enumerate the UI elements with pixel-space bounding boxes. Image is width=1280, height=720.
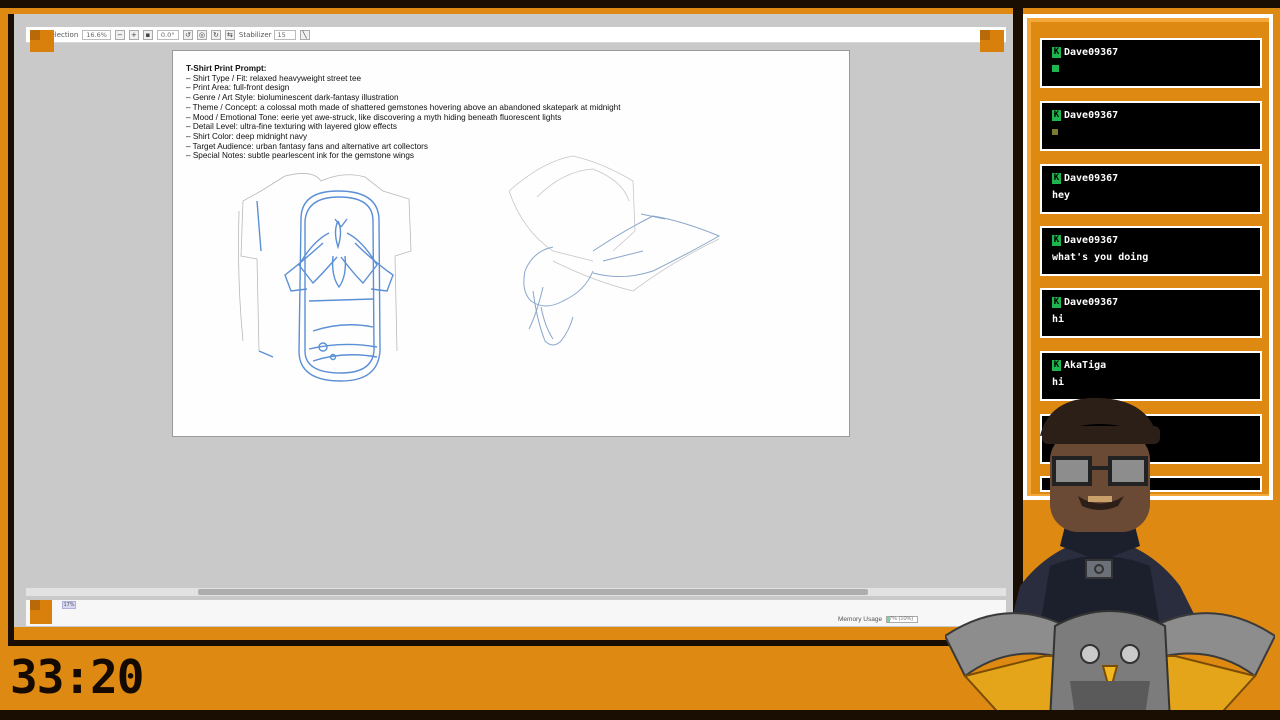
rotate-right-button[interactable]: ↻ (210, 29, 221, 40)
chat-user-icon: K (1052, 360, 1061, 371)
chat-message: K Dave09367 hey (1040, 164, 1262, 214)
chat-message: K AkaTiga hi (1040, 351, 1262, 401)
chat-text: what's you doing (1052, 252, 1149, 263)
horizontal-scrollbar-thumb[interactable] (198, 589, 868, 595)
chat-user-icon: K (1052, 297, 1061, 308)
memory-value: 7% (10%) (889, 616, 914, 622)
corner-handle-top-right (980, 30, 1004, 52)
layer-opacity-badge: 17% (62, 601, 76, 609)
chat-message: K Dave09367 what's you doing (1040, 226, 1262, 276)
corner-handle-bottom-left (30, 600, 52, 624)
paint-toolbar: Selection 16.6% − + ▪ 0.0° ↺ ◎ ↻ ⇆ Stabi… (26, 27, 1006, 43)
memory-bar: 7% (10%) (886, 616, 919, 623)
shirt-outline-sketch (238, 173, 412, 352)
zoom-in-button[interactable]: + (128, 29, 139, 40)
chat-username: Dave09367 (1064, 235, 1119, 246)
chat-username: AkaTiga (1064, 360, 1107, 371)
streamer-avatar (1010, 397, 1200, 626)
pen-pressure-icon[interactable]: ╲ (299, 29, 310, 40)
chat-user-icon: K (1052, 173, 1061, 184)
chat-emote (1052, 127, 1058, 138)
zoom-out-button[interactable]: − (114, 29, 125, 40)
chat-username: Dave09367 (1064, 110, 1119, 121)
chat-emote (1052, 64, 1059, 75)
chat-text: hi (1052, 314, 1065, 325)
memory-usage: Memory Usage 7% (10%) (838, 616, 919, 623)
gargoyle-mascot-icon (945, 610, 1275, 720)
drawing-canvas[interactable]: T-Shirt Print Prompt: – Shirt Type / Fit… (172, 50, 850, 437)
moth-wings-sketch (508, 155, 720, 292)
chat-text: hey (1052, 190, 1071, 201)
corner-handle-top-left (30, 30, 54, 52)
green-emote-icon (1052, 65, 1059, 72)
rotate-reset-button[interactable]: ◎ (196, 29, 207, 40)
flip-horizontal-icon[interactable]: ⇆ (224, 29, 235, 40)
memory-label: Memory Usage (838, 616, 883, 623)
stream-timer: 33:20 (10, 650, 144, 704)
frame-top-border (0, 0, 1280, 8)
frame-bottom-strip (0, 710, 1280, 720)
chat-text: hi (1052, 377, 1065, 388)
chat-user-icon: K (1052, 47, 1061, 58)
zoom-field[interactable]: 16.6% (82, 29, 111, 40)
rotate-left-button[interactable]: ↺ (182, 29, 193, 40)
zoom-fit-button[interactable]: ▪ (142, 29, 153, 40)
moth-body-sketch (523, 213, 721, 346)
chat-message: K Dave09367 (1040, 101, 1262, 151)
chat-username: Dave09367 (1064, 173, 1119, 184)
chat-username: Dave09367 (1064, 47, 1119, 58)
chat-username: Dave09367 (1064, 297, 1119, 308)
moth-capsule-sketch (256, 190, 394, 382)
chat-message: K Dave09367 hi (1040, 288, 1262, 338)
stabilizer-control[interactable]: Stabilizer 15 (238, 29, 296, 40)
sketch-drawing (238, 155, 721, 382)
stabilizer-value[interactable]: 15 (273, 29, 296, 40)
stabilizer-label: Stabilizer (238, 30, 272, 39)
olive-emote-icon (1052, 129, 1058, 135)
chat-user-icon: K (1052, 235, 1061, 246)
frame-left-border (8, 14, 14, 644)
frame-bottom-border (8, 640, 1018, 646)
chat-user-icon: K (1052, 110, 1061, 121)
angle-field[interactable]: 0.0° (156, 29, 179, 40)
chat-message: K Dave09367 (1040, 38, 1262, 88)
